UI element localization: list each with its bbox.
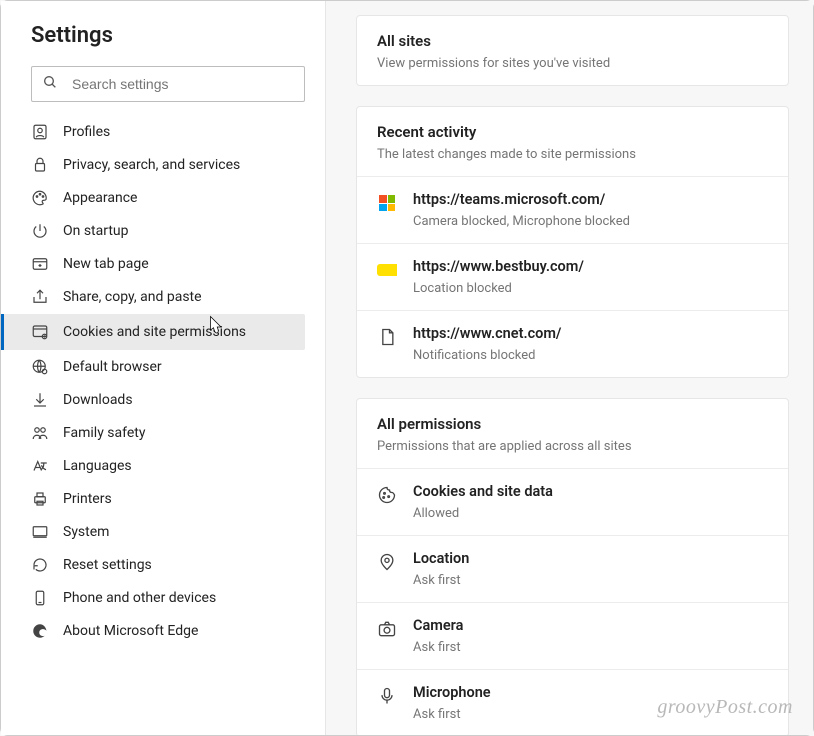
bestbuy-icon <box>377 260 397 280</box>
sidebar-item-profiles[interactable]: Profiles <box>21 116 305 148</box>
sidebar-item-label: Default browser <box>63 359 162 375</box>
microphone-icon <box>377 686 397 706</box>
sidebar-item-label: About Microsoft Edge <box>63 623 198 639</box>
sidebar-item-label: On startup <box>63 223 129 239</box>
permission-name: Location <box>413 550 469 567</box>
recent-site-row[interactable]: https://teams.microsoft.com/ Camera bloc… <box>357 176 788 243</box>
reset-icon <box>31 556 49 574</box>
search-settings[interactable] <box>31 66 305 102</box>
sidebar-item-label: Share, copy, and paste <box>63 289 202 305</box>
site-url: https://teams.microsoft.com/ <box>413 191 630 208</box>
profile-icon <box>31 123 49 141</box>
recent-site-row[interactable]: https://www.bestbuy.com/ Location blocke… <box>357 243 788 310</box>
site-status: Notifications blocked <box>413 348 561 363</box>
sidebar-item-cookies-permissions[interactable]: Cookies and site permissions <box>1 314 305 350</box>
page-title: Settings <box>31 23 305 48</box>
settings-nav: Profiles Privacy, search, and services A… <box>21 116 305 648</box>
permission-status: Allowed <box>413 506 553 521</box>
sidebar-item-phone[interactable]: Phone and other devices <box>21 582 305 614</box>
sidebar-item-languages[interactable]: Languages <box>21 450 305 482</box>
sidebar-item-printers[interactable]: Printers <box>21 483 305 515</box>
sidebar-item-label: Printers <box>63 491 112 507</box>
card-title: All sites <box>377 32 768 50</box>
site-url: https://www.bestbuy.com/ <box>413 258 584 275</box>
recent-site-row[interactable]: https://www.cnet.com/ Notifications bloc… <box>357 310 788 377</box>
language-icon <box>31 457 49 475</box>
sidebar-item-reset[interactable]: Reset settings <box>21 549 305 581</box>
cookie-icon <box>377 485 397 505</box>
sidebar-item-label: New tab page <box>63 256 149 272</box>
recent-activity-card: Recent activity The latest changes made … <box>356 106 789 378</box>
power-icon <box>31 222 49 240</box>
sidebar-item-default-browser[interactable]: Default browser <box>21 351 305 383</box>
card-subtitle: View permissions for sites you've visite… <box>377 56 768 71</box>
permission-name: Microphone <box>413 684 491 701</box>
permission-status: Ask first <box>413 640 463 655</box>
camera-icon <box>377 619 397 639</box>
permission-name: Cookies and site data <box>413 483 553 500</box>
card-subtitle: The latest changes made to site permissi… <box>377 147 768 162</box>
permission-status: Ask first <box>413 707 491 722</box>
site-status: Location blocked <box>413 281 584 296</box>
search-input[interactable] <box>72 76 294 92</box>
sidebar-item-startup[interactable]: On startup <box>21 215 305 247</box>
share-icon <box>31 288 49 306</box>
sidebar-item-label: Family safety <box>63 425 145 441</box>
sidebar-item-label: Phone and other devices <box>63 590 216 606</box>
sidebar-item-label: Privacy, search, and services <box>63 157 240 173</box>
printer-icon <box>31 490 49 508</box>
sidebar-item-label: Languages <box>63 458 132 474</box>
sidebar-item-label: Downloads <box>63 392 133 408</box>
permission-row-microphone[interactable]: Microphone Ask first <box>357 669 788 735</box>
sidebar-item-appearance[interactable]: Appearance <box>21 182 305 214</box>
settings-content: All sites View permissions for sites you… <box>326 1 813 735</box>
sidebar-item-label: Profiles <box>63 124 110 140</box>
all-permissions-card: All permissions Permissions that are app… <box>356 398 789 735</box>
sidebar-item-family[interactable]: Family safety <box>21 417 305 449</box>
lock-icon <box>31 156 49 174</box>
location-icon <box>377 552 397 572</box>
settings-sidebar: Settings Profiles Privacy, search, and s… <box>1 1 326 735</box>
permission-name: Camera <box>413 617 463 634</box>
globe-icon <box>31 358 49 376</box>
all-sites-card[interactable]: All sites View permissions for sites you… <box>356 15 789 86</box>
sidebar-item-label: Cookies and site permissions <box>63 324 246 340</box>
permission-status: Ask first <box>413 573 469 588</box>
sidebar-item-label: System <box>63 524 109 540</box>
card-title: Recent activity <box>377 123 768 141</box>
site-url: https://www.cnet.com/ <box>413 325 561 342</box>
page-icon <box>377 327 397 347</box>
microsoft-icon <box>377 193 397 213</box>
sidebar-item-label: Appearance <box>63 190 137 206</box>
palette-icon <box>31 189 49 207</box>
system-icon <box>31 523 49 541</box>
permission-row-camera[interactable]: Camera Ask first <box>357 602 788 669</box>
sidebar-item-system[interactable]: System <box>21 516 305 548</box>
permission-row-location[interactable]: Location Ask first <box>357 535 788 602</box>
card-title: All permissions <box>377 415 768 433</box>
sidebar-item-label: Reset settings <box>63 557 152 573</box>
search-icon <box>42 74 58 94</box>
permission-row-cookies[interactable]: Cookies and site data Allowed <box>357 468 788 535</box>
card-subtitle: Permissions that are applied across all … <box>377 439 768 454</box>
sidebar-item-share[interactable]: Share, copy, and paste <box>21 281 305 313</box>
sidebar-item-privacy[interactable]: Privacy, search, and services <box>21 149 305 181</box>
sidebar-item-new-tab[interactable]: New tab page <box>21 248 305 280</box>
new-tab-icon <box>31 255 49 273</box>
sidebar-item-downloads[interactable]: Downloads <box>21 384 305 416</box>
family-icon <box>31 424 49 442</box>
phone-icon <box>31 589 49 607</box>
sidebar-item-about[interactable]: About Microsoft Edge <box>21 615 305 647</box>
download-icon <box>31 391 49 409</box>
permissions-icon <box>31 323 49 341</box>
edge-icon <box>31 622 49 640</box>
site-status: Camera blocked, Microphone blocked <box>413 214 630 229</box>
